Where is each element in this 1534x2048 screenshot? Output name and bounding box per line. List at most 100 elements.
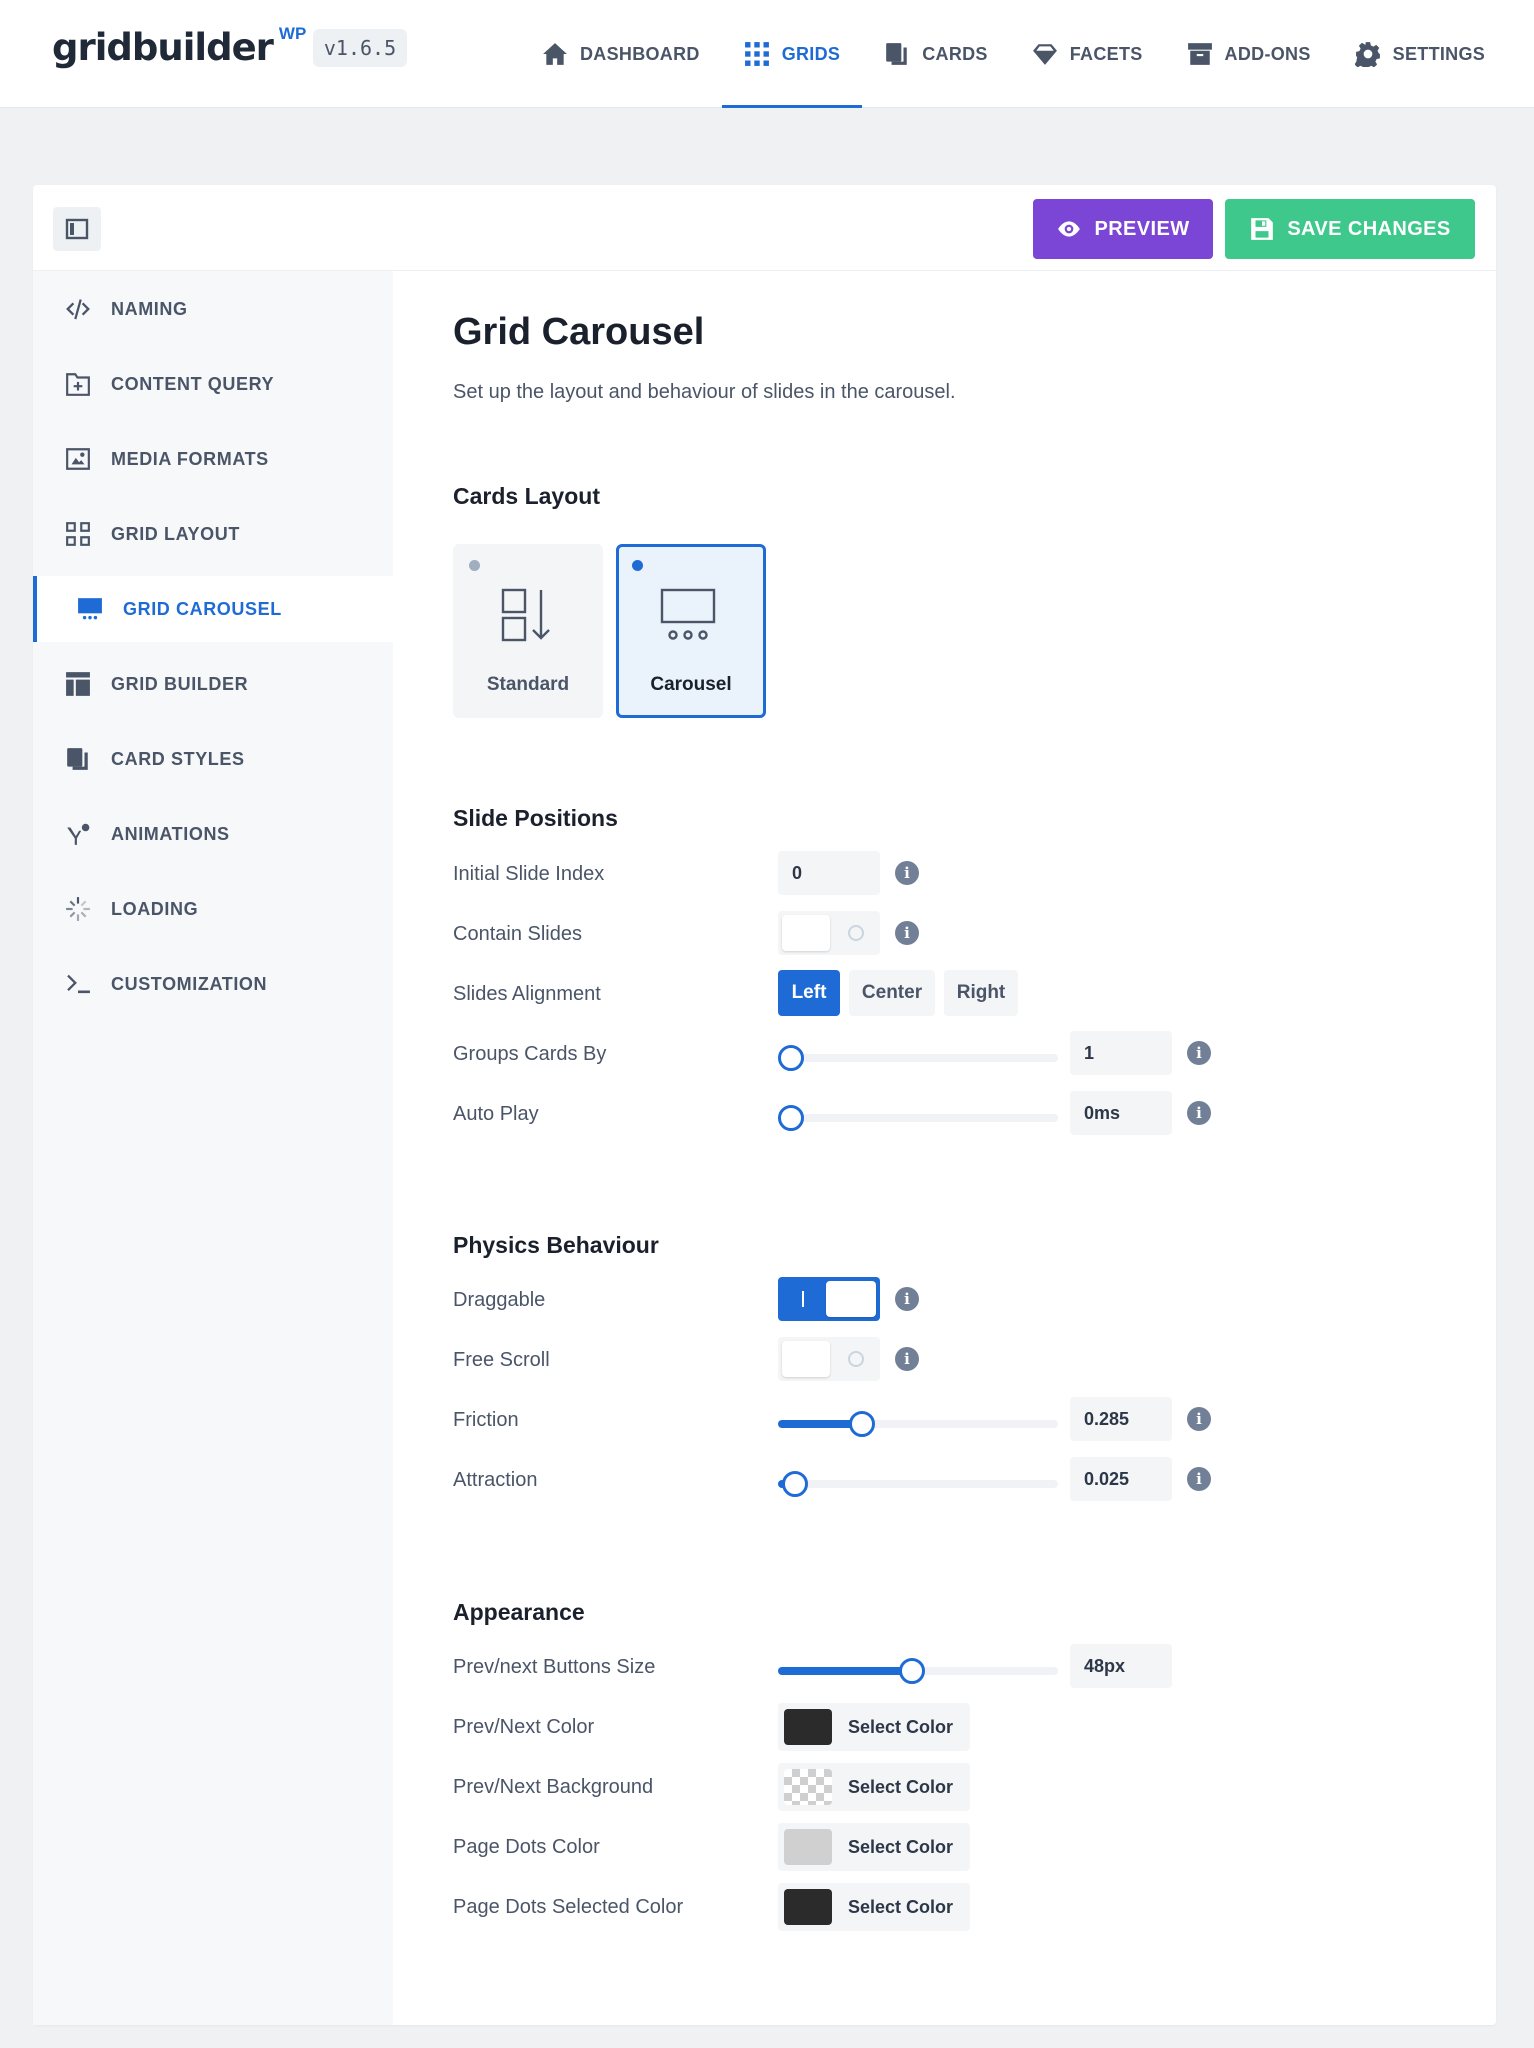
- layout-option-carousel[interactable]: Carousel: [616, 544, 766, 718]
- slider-thumb[interactable]: [781, 1471, 808, 1497]
- draggable-toggle[interactable]: [778, 1277, 880, 1321]
- app-logo[interactable]: gridbuilder WP: [52, 22, 306, 82]
- slider-thumb[interactable]: [899, 1658, 926, 1684]
- select-color-label: Select Color: [848, 1896, 954, 1917]
- info-icon[interactable]: i: [895, 861, 919, 885]
- free-scroll-label: Free Scroll: [453, 1349, 550, 1371]
- sidebar-item-content-query[interactable]: CONTENT QUERY: [33, 351, 393, 417]
- sidebar-item-loading[interactable]: LOADING: [33, 876, 393, 942]
- alignment-right-button[interactable]: Right: [944, 970, 1018, 1016]
- prev-next-background-label: Prev/Next Background: [453, 1776, 654, 1798]
- contain-slides-toggle[interactable]: [778, 911, 880, 955]
- group-cards-by-slider[interactable]: [778, 1045, 1058, 1071]
- info-icon[interactable]: i: [1187, 1041, 1211, 1065]
- nav-facets[interactable]: FACETS: [1010, 0, 1165, 108]
- page-dots-color-label: Page Dots Color: [453, 1836, 600, 1858]
- page-dots-selected-color-picker[interactable]: Select Color: [778, 1883, 970, 1931]
- page-dots-color-picker[interactable]: Select Color: [778, 1823, 970, 1871]
- nav-grids[interactable]: GRIDS: [721, 0, 863, 108]
- section-title-appearance: Appearance: [453, 1599, 585, 1625]
- alignment-left-button[interactable]: Left: [778, 970, 840, 1016]
- slider-thumb[interactable]: [849, 1411, 875, 1437]
- preview-button[interactable]: PREVIEW: [1033, 199, 1213, 259]
- standard-layout-icon: [501, 588, 550, 642]
- save-label: SAVE CHANGES: [1287, 217, 1451, 240]
- prev-next-background-picker[interactable]: Select Color: [778, 1763, 970, 1811]
- prev-next-color-label: Prev/Next Color: [453, 1716, 595, 1738]
- folder-plus-icon: [66, 373, 90, 396]
- auto-play-label: Auto Play: [453, 1103, 539, 1125]
- sidebar-toggle-icon: [65, 218, 89, 240]
- slider-thumb[interactable]: [778, 1045, 804, 1071]
- section-title-cards-layout: Cards Layout: [453, 483, 600, 509]
- color-swatch: [784, 1709, 832, 1745]
- sidebar-item-naming[interactable]: NAMING: [33, 276, 393, 342]
- layout-option-label: Standard: [486, 674, 570, 695]
- select-color-label: Select Color: [848, 1836, 954, 1857]
- sidebar-item-label: CUSTOMIZATION: [111, 973, 268, 994]
- page-description: Set up the layout and behaviour of slide…: [453, 381, 956, 403]
- radio-dot: [469, 560, 480, 571]
- contain-slides-label: Contain Slides: [453, 923, 582, 945]
- friction-slider[interactable]: [778, 1411, 1058, 1437]
- draggable-label: Draggable: [453, 1289, 546, 1311]
- toggle-on-indicator: [802, 1291, 804, 1307]
- nav-label: ADD-ONS: [1224, 43, 1311, 64]
- toggle-off-indicator: [848, 925, 864, 941]
- color-swatch: [784, 1829, 832, 1865]
- info-icon[interactable]: i: [1187, 1101, 1211, 1125]
- carousel-layout-icon: [660, 588, 716, 640]
- toggle-knob: [826, 1281, 876, 1317]
- nav-add-ons[interactable]: ADD-ONS: [1165, 0, 1333, 108]
- settings-panel: PREVIEW SAVE CHANGES NAMING CONTENT QUER…: [33, 185, 1496, 2025]
- info-icon[interactable]: i: [895, 1347, 919, 1371]
- radio-dot: [632, 560, 643, 571]
- attraction-slider[interactable]: [778, 1471, 1058, 1497]
- info-icon[interactable]: i: [895, 1287, 919, 1311]
- main-nav: DASHBOARD GRIDS CARDS FACETS ADD-ONS SET…: [520, 0, 1507, 108]
- sidebar-item-customization[interactable]: CUSTOMIZATION: [33, 951, 393, 1017]
- sidebar-item-grid-carousel[interactable]: GRID CAROUSEL: [33, 576, 393, 642]
- logo-text: gridbuilder: [52, 26, 274, 69]
- attraction-input[interactable]: 0.025: [1070, 1457, 1172, 1501]
- slider-thumb[interactable]: [778, 1105, 804, 1131]
- select-color-label: Select Color: [848, 1716, 954, 1737]
- nav-label: SETTINGS: [1392, 43, 1486, 64]
- sidebar-item-label: LOADING: [111, 898, 199, 919]
- sidebar-item-label: CONTENT QUERY: [111, 373, 275, 394]
- initial-slide-index-input[interactable]: 0: [778, 851, 880, 895]
- sidebar-item-card-styles[interactable]: CARD STYLES: [33, 726, 393, 792]
- info-icon[interactable]: i: [895, 921, 919, 945]
- save-changes-button[interactable]: SAVE CHANGES: [1225, 199, 1475, 259]
- eye-icon: [1058, 221, 1081, 237]
- friction-label: Friction: [453, 1409, 519, 1431]
- free-scroll-toggle[interactable]: [778, 1337, 880, 1381]
- sidebar-item-animations[interactable]: ANIMATIONS: [33, 801, 393, 867]
- info-icon[interactable]: i: [1187, 1407, 1211, 1431]
- nav-cards[interactable]: CARDS: [862, 0, 1010, 108]
- sidebar-toggle-button[interactable]: [53, 207, 101, 251]
- sidebar-item-label: NAMING: [111, 298, 188, 319]
- info-icon[interactable]: i: [1187, 1467, 1211, 1491]
- nav-settings[interactable]: SETTINGS: [1333, 0, 1507, 108]
- terminal-icon: [67, 974, 90, 994]
- friction-input[interactable]: 0.285: [1070, 1397, 1172, 1441]
- select-color-label: Select Color: [848, 1776, 954, 1797]
- auto-play-input[interactable]: 0ms: [1070, 1091, 1172, 1135]
- sidebar-item-media-formats[interactable]: MEDIA FORMATS: [33, 426, 393, 492]
- home-icon: [543, 43, 567, 65]
- main-content: Grid Carousel Set up the layout and beha…: [393, 271, 1496, 2025]
- buttons-size-label: Prev/next Buttons Size: [453, 1656, 656, 1678]
- layout-option-standard[interactable]: Standard: [453, 544, 603, 718]
- group-cards-by-input[interactable]: 1: [1070, 1031, 1172, 1075]
- auto-play-slider[interactable]: [778, 1105, 1058, 1131]
- alignment-center-button[interactable]: Center: [849, 970, 935, 1016]
- cards-icon: [886, 43, 907, 65]
- slider-fill: [778, 1667, 913, 1675]
- buttons-size-slider[interactable]: [778, 1658, 1058, 1684]
- prev-next-color-picker[interactable]: Select Color: [778, 1703, 970, 1751]
- nav-dashboard[interactable]: DASHBOARD: [520, 0, 722, 108]
- sidebar-item-grid-layout[interactable]: GRID LAYOUT: [33, 501, 393, 567]
- sidebar-item-grid-builder[interactable]: GRID BUILDER: [33, 651, 393, 717]
- buttons-size-input[interactable]: 48px: [1070, 1644, 1172, 1688]
